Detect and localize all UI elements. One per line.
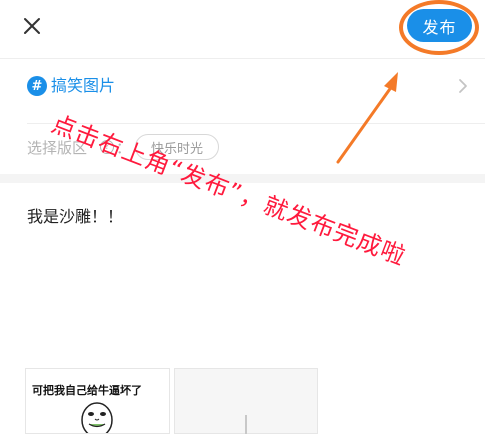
publish-button[interactable]: 发布 (407, 9, 472, 42)
hash-icon: # (27, 76, 47, 96)
image-thumbnail[interactable]: 可把我自己给牛逼坏了 (25, 368, 170, 434)
topic-label: 搞笑图片 (51, 76, 116, 95)
image-caption: 可把我自己给牛逼坏了 (32, 384, 142, 397)
top-bar: 发布 (0, 0, 485, 58)
close-button[interactable] (18, 12, 46, 40)
board-select-row: 选择版区 ? ： 快乐时光 (0, 124, 485, 174)
post-editor-page: 发布 # 搞笑图片 选择版区 ? ： 快乐时光 我是沙雕！！ 可把我自己给牛逼坏… (0, 0, 485, 434)
topic-row[interactable]: # 搞笑图片 (0, 59, 485, 115)
section-separator (0, 174, 485, 183)
board-colon: ： (116, 139, 132, 157)
meme-face-icon (81, 402, 113, 433)
image-placeholder-mark (245, 415, 247, 434)
board-label: 选择版区 (27, 139, 88, 157)
help-icon[interactable]: ? (100, 140, 114, 154)
board-chip[interactable]: 快乐时光 (135, 134, 219, 160)
close-icon (24, 18, 40, 34)
post-body-text[interactable]: 我是沙雕！！ (27, 207, 123, 227)
chevron-right-icon (459, 79, 467, 93)
image-grid: 可把我自己给牛逼坏了 (25, 368, 325, 434)
image-thumbnail[interactable] (174, 368, 318, 434)
